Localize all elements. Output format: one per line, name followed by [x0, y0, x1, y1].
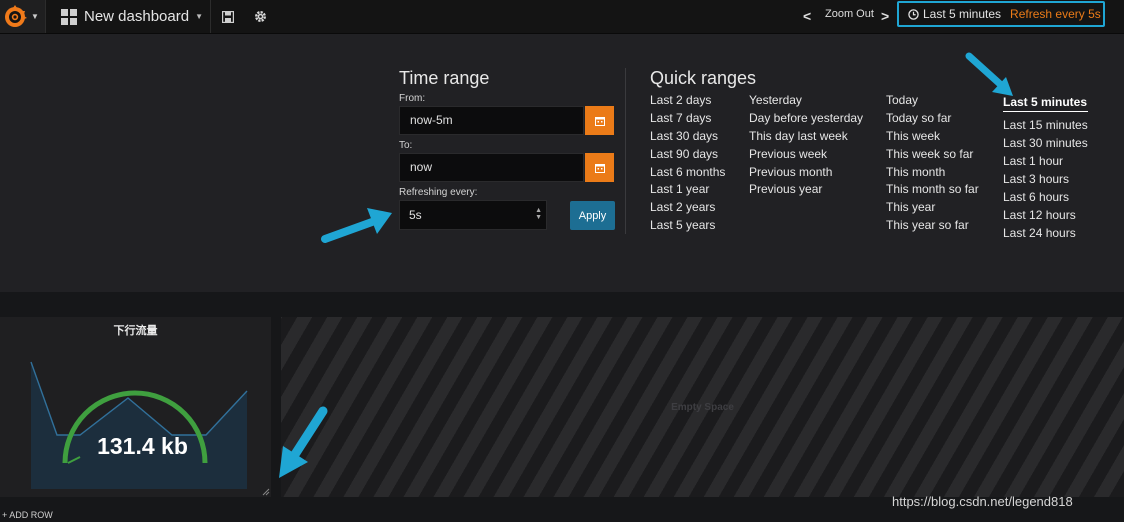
zoom-out-button[interactable]: Zoom Out — [825, 8, 874, 20]
refresh-interval-display: Refresh every 5s — [1010, 7, 1101, 21]
calendar-icon — [594, 163, 605, 173]
refresh-interval-select[interactable]: 5s ▲ ▼ — [399, 200, 547, 230]
quick-ranges-heading: Quick ranges — [650, 68, 757, 88]
quick-range-item[interactable]: Last 1 year — [650, 181, 725, 199]
calendar-icon — [594, 116, 605, 126]
chevron-down-icon: ▼ — [195, 12, 203, 21]
quick-range-item[interactable]: Last 1 hour — [1003, 152, 1088, 170]
time-shift-back-button[interactable]: < — [803, 8, 811, 24]
quick-range-item[interactable]: Last 5 minutes — [1003, 94, 1088, 112]
empty-space-panel[interactable]: Empty Space — [281, 317, 1124, 497]
quick-ranges-column-2: Yesterday Day before yesterday This day la… — [749, 92, 863, 199]
from-input[interactable]: now-5m — [399, 106, 584, 135]
apply-button[interactable]: Apply — [570, 201, 615, 230]
singlestat-visual — [30, 361, 248, 489]
time-range-dropdown-panel: Time range From: now-5m To: now Refreshi… — [0, 34, 1124, 292]
logo-caret-icon: ▼ — [31, 12, 39, 21]
quick-ranges-column-3: Today Today so far This week This week so f… — [886, 92, 979, 235]
quick-range-item[interactable]: Last 90 days — [650, 146, 725, 164]
quick-range-item[interactable]: Yesterday — [749, 92, 863, 110]
gear-icon — [254, 11, 266, 22]
from-label: From: — [399, 93, 426, 104]
quick-range-item[interactable]: This day last week — [749, 128, 863, 146]
quick-range-item[interactable]: Last 2 days — [650, 92, 725, 110]
select-arrows-icon: ▲ ▼ — [535, 207, 542, 221]
dashboard-title-dropdown[interactable]: New dashboard ▼ — [47, 0, 211, 33]
quick-range-item[interactable]: Previous week — [749, 146, 863, 164]
from-calendar-button[interactable] — [585, 106, 614, 135]
to-label: To: — [399, 140, 413, 151]
panel-resize-handle[interactable] — [262, 488, 270, 496]
singlestat-panel[interactable]: 下行流量 131.4 kb — [0, 317, 271, 497]
quick-range-item[interactable]: Day before yesterday — [749, 110, 863, 128]
quick-range-item[interactable]: Previous year — [749, 181, 863, 199]
time-shift-forward-button[interactable]: > — [881, 8, 889, 24]
quick-range-item[interactable]: Last 30 minutes — [1003, 134, 1088, 152]
empty-space-label: Empty Space — [671, 402, 734, 413]
quick-range-item[interactable]: This month — [886, 164, 979, 182]
quick-range-item[interactable]: This week — [886, 128, 979, 146]
time-range-display: Last 5 minutes — [923, 7, 1002, 21]
quick-range-item[interactable]: This year so far — [886, 217, 979, 235]
dashboard-grid-icon — [61, 8, 77, 25]
refreshing-every-label: Refreshing every: — [399, 187, 478, 198]
quick-range-item[interactable]: Last 6 hours — [1003, 188, 1088, 206]
save-icon — [222, 10, 234, 23]
quick-range-item[interactable]: Today so far — [886, 110, 979, 128]
quick-ranges-column-4: Last 5 minutes Last 15 minutes Last 30 min… — [1003, 94, 1088, 242]
add-row-button[interactable]: + ADD ROW — [2, 510, 53, 520]
time-picker-button[interactable]: Last 5 minutes Refresh every 5s — [897, 1, 1105, 27]
watermark-text: https://blog.csdn.net/legend818 — [892, 494, 1073, 509]
quick-ranges-column-1: Last 2 days Last 7 days Last 30 days Last 9… — [650, 92, 725, 235]
quick-range-item[interactable]: This week so far — [886, 146, 979, 164]
save-dashboard-button[interactable] — [212, 0, 244, 33]
quick-range-item[interactable]: Last 15 minutes — [1003, 116, 1088, 134]
singlestat-value: 131.4 kb — [97, 433, 188, 459]
quick-range-item[interactable]: Last 3 hours — [1003, 170, 1088, 188]
quick-range-item[interactable]: Today — [886, 92, 979, 110]
quick-range-item[interactable]: Last 2 years — [650, 199, 725, 217]
settings-button[interactable] — [244, 0, 276, 33]
dashboard-title: New dashboard — [84, 8, 190, 25]
quick-range-item[interactable]: This month so far — [886, 181, 979, 199]
quick-range-item[interactable]: Last 5 years — [650, 217, 725, 235]
quick-range-item[interactable]: Last 30 days — [650, 128, 725, 146]
panel-divider — [625, 68, 626, 234]
to-calendar-button[interactable] — [585, 153, 614, 182]
quick-range-item[interactable]: Last 24 hours — [1003, 224, 1088, 242]
quick-range-item[interactable]: Last 12 hours — [1003, 206, 1088, 224]
to-input[interactable]: now — [399, 153, 584, 182]
clock-icon — [908, 8, 919, 20]
quick-range-item[interactable]: Last 6 months — [650, 164, 725, 182]
quick-range-item[interactable]: Last 7 days — [650, 110, 725, 128]
grafana-logo-button[interactable]: ▼ — [0, 0, 46, 33]
time-range-heading: Time range — [399, 68, 490, 88]
refresh-interval-value: 5s — [409, 208, 422, 222]
quick-range-item[interactable]: This year — [886, 199, 979, 217]
grafana-logo-icon — [5, 4, 27, 27]
top-navbar: ▼ New dashboard ▼ < Zoom Out > Last 5 mi… — [0, 0, 1124, 34]
quick-range-item[interactable]: Previous month — [749, 164, 863, 182]
